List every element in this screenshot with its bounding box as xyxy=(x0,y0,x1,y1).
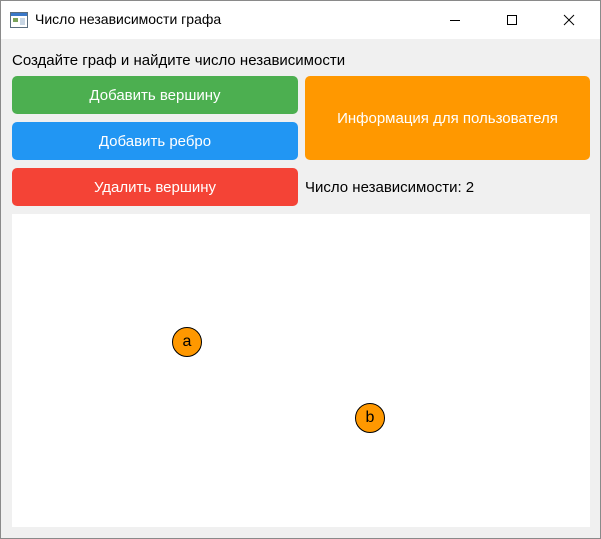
minimize-button[interactable] xyxy=(432,1,478,39)
close-button[interactable] xyxy=(546,1,592,39)
add-vertex-button[interactable]: Добавить вершину xyxy=(12,76,298,114)
graph-vertex[interactable]: a xyxy=(172,327,202,357)
maximize-button[interactable] xyxy=(489,1,535,39)
minimize-icon xyxy=(450,20,460,21)
instruction-label: Создайте граф и найдите число независимо… xyxy=(12,52,346,69)
user-info-button[interactable]: Информация для пользователя xyxy=(305,76,590,160)
graph-vertex[interactable]: b xyxy=(355,403,385,433)
independence-number-label: Число независимости: 2 xyxy=(305,179,475,196)
maximize-icon xyxy=(507,15,517,25)
window-title: Число независимости графа xyxy=(35,11,222,27)
graph-canvas[interactable]: a b xyxy=(12,214,590,527)
app-window-icon xyxy=(10,12,28,28)
app-window: Число независимости графа Создайте граф … xyxy=(0,0,601,539)
close-icon xyxy=(563,14,575,26)
title-bar[interactable]: Число независимости графа xyxy=(1,1,600,39)
delete-vertex-button[interactable]: Удалить вершину xyxy=(12,168,298,206)
main-panel: Создайте граф и найдите число независимо… xyxy=(1,39,600,538)
add-edge-button[interactable]: Добавить ребро xyxy=(12,122,298,160)
